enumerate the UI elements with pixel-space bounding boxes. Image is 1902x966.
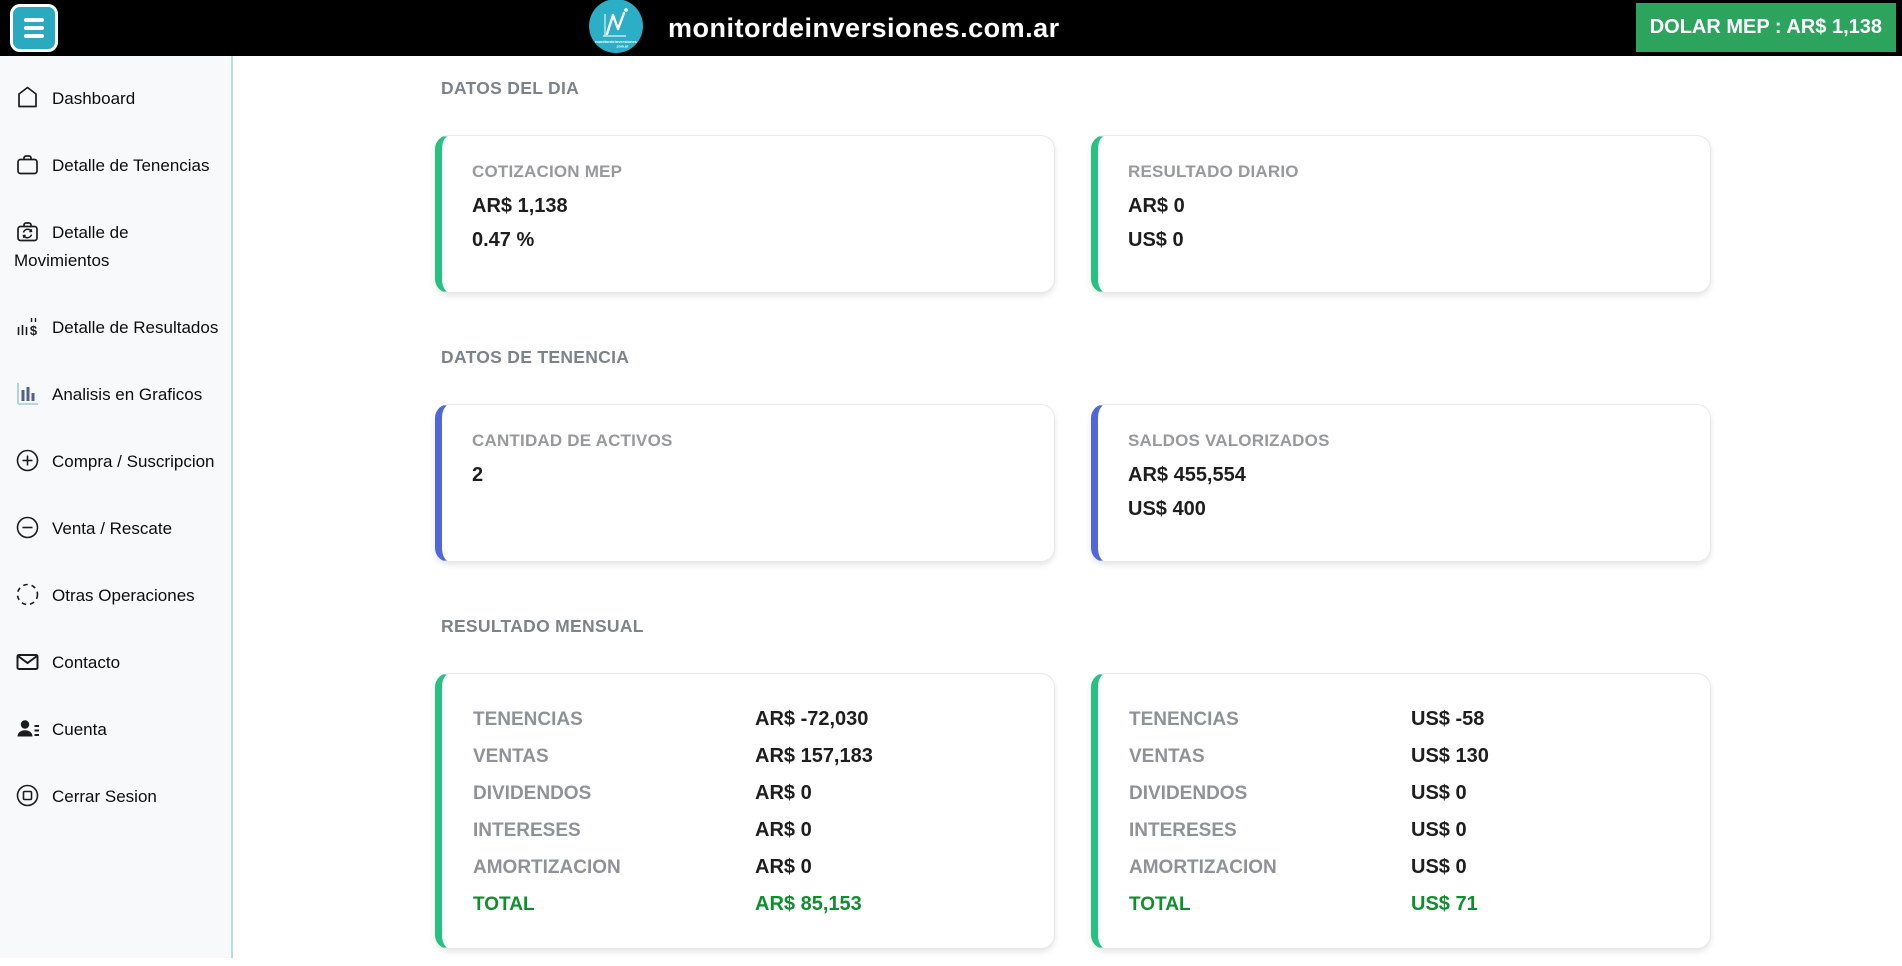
card-value: AR$ 0	[1128, 195, 1185, 217]
table-row: AMORTIZACION US$ 0	[1129, 856, 1467, 878]
card-saldos-valorizados: SALDOS VALORIZADOS AR$ 455,554 US$ 400	[1091, 404, 1711, 562]
sidebar-item-cerrar-sesion[interactable]: Cerrar Sesion	[0, 782, 231, 811]
dolar-mep-badge: DOLAR MEP : AR$ 1,138	[1635, 3, 1896, 52]
sidebar-item-cuenta[interactable]: Cuenta	[0, 715, 231, 744]
card-value: US$ 0	[1128, 229, 1184, 251]
home-icon	[14, 84, 41, 111]
table-row: INTERESES AR$ 0	[473, 819, 812, 841]
card-label: RESULTADO DIARIO	[1128, 162, 1299, 181]
card-value: 0.47 %	[472, 229, 535, 251]
brand: monitordeinversiones .com.ar monitordein…	[588, 0, 1060, 56]
card-cantidad-activos: CANTIDAD DE ACTIVOS 2	[435, 404, 1055, 562]
finance-icon: $	[14, 313, 41, 340]
logo-small-text: monitordeinversiones	[595, 39, 638, 44]
sidebar-item-analisis-graficos[interactable]: Analisis en Graficos	[0, 380, 231, 409]
sidebar-item-venta-rescate[interactable]: Venta / Rescate	[0, 514, 231, 543]
sidebar-item-dashboard[interactable]: Dashboard	[0, 84, 231, 113]
table-row: DIVIDENDOS AR$ 0	[473, 782, 812, 804]
section-datos-del-dia: DATOS DEL DIA COTIZACION MEP AR$ 1,138 0…	[435, 78, 1902, 293]
card-label: SALDOS VALORIZADOS	[1128, 431, 1330, 450]
main-content: DATOS DEL DIA COTIZACION MEP AR$ 1,138 0…	[233, 56, 1902, 958]
bar-chart-icon	[14, 380, 41, 407]
dashed-circle-icon	[14, 581, 41, 608]
sidebar-item-detalle-resultados[interactable]: $ Detalle de Resultados	[0, 313, 231, 342]
sidebar: Dashboard Detalle de Tenencias Detalle d…	[0, 56, 233, 958]
table-row: TENENCIAS US$ -58	[1129, 708, 1485, 730]
envelope-icon	[14, 648, 41, 675]
card-resultado-mensual-usd: TENENCIAS US$ -58 VENTAS US$ 130 DIVIDEN…	[1091, 673, 1711, 949]
sidebar-item-detalle-tenencias[interactable]: Detalle de Tenencias	[0, 151, 231, 180]
card-label: COTIZACION MEP	[472, 162, 623, 181]
table-row-total: TOTAL US$ 71	[1129, 893, 1478, 915]
top-header: monitordeinversiones .com.ar monitordein…	[0, 0, 1902, 56]
table-row: VENTAS AR$ 157,183	[473, 745, 873, 767]
briefcase-icon	[14, 151, 41, 178]
briefcase-sync-icon	[14, 218, 41, 245]
svg-text:$: $	[30, 323, 38, 338]
card-value: AR$ 455,554	[1128, 464, 1246, 486]
section-title: DATOS DE TENENCIA	[441, 347, 630, 367]
plus-circle-icon	[14, 447, 41, 474]
card-value: US$ 400	[1128, 498, 1206, 520]
table-row: AMORTIZACION AR$ 0	[473, 856, 812, 878]
card-resultado-diario: RESULTADO DIARIO AR$ 0 US$ 0	[1091, 135, 1711, 293]
logout-icon	[14, 782, 41, 809]
table-row-total: TOTAL AR$ 85,153	[473, 893, 862, 915]
section-title: RESULTADO MENSUAL	[441, 616, 644, 636]
sidebar-item-detalle-movimientos[interactable]: Detalle de Movimientos	[0, 218, 231, 275]
sidebar-item-otras-operaciones[interactable]: Otras Operaciones	[0, 581, 231, 610]
section-title: DATOS DEL DIA	[441, 78, 580, 98]
table-row: VENTAS US$ 130	[1129, 745, 1489, 767]
account-icon	[14, 715, 41, 742]
table-row: INTERESES US$ 0	[1129, 819, 1467, 841]
card-cotizacion-mep: COTIZACION MEP AR$ 1,138 0.47 %	[435, 135, 1055, 293]
hamburger-icon	[24, 18, 44, 22]
section-datos-de-tenencia: DATOS DE TENENCIA CANTIDAD DE ACTIVOS 2 …	[435, 347, 1902, 562]
card-label: CANTIDAD DE ACTIVOS	[472, 431, 673, 450]
site-logo-icon: monitordeinversiones .com.ar	[589, 0, 643, 53]
sidebar-item-contacto[interactable]: Contacto	[0, 648, 231, 677]
table-row: TENENCIAS AR$ -72,030	[473, 708, 869, 730]
card-value: AR$ 1,138	[472, 195, 568, 217]
site-title: monitordeinversiones.com.ar	[668, 12, 1060, 43]
svg-text:.com.ar: .com.ar	[616, 45, 629, 49]
card-value: 2	[472, 464, 484, 486]
card-resultado-mensual-ars: TENENCIAS AR$ -72,030 VENTAS AR$ 157,183…	[435, 673, 1055, 949]
section-resultado-mensual: RESULTADO MENSUAL TENENCIAS AR$ -72,030 …	[435, 616, 1902, 949]
minus-circle-icon	[14, 514, 41, 541]
sidebar-item-compra-suscripcion[interactable]: Compra / Suscripcion	[0, 447, 231, 476]
hamburger-menu-button[interactable]	[10, 4, 58, 52]
table-row: DIVIDENDOS US$ 0	[1129, 782, 1467, 804]
